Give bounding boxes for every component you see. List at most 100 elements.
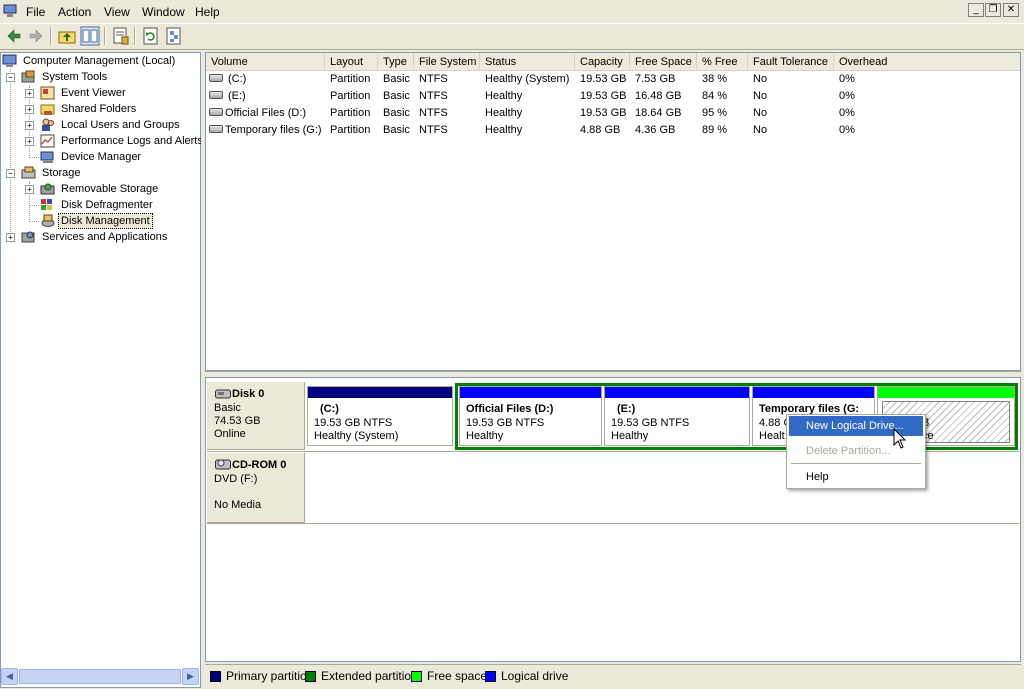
cell-free-space: 18.64 GB	[635, 107, 682, 119]
tree-label: Performance Logs and Alerts	[61, 135, 203, 147]
table-row[interactable]: (E:) Partition Basic NTFS Healthy 19.53 …	[206, 88, 1020, 105]
partition-status: Healthy (System)	[314, 430, 399, 442]
expand-icon[interactable]: +	[6, 233, 15, 242]
expand-icon[interactable]: +	[25, 105, 34, 114]
disk-size: 74.53 GB	[214, 415, 261, 427]
cell-percent-free: 89 %	[702, 124, 728, 136]
cell-volume: (E:)	[228, 90, 246, 102]
storage-icon	[21, 166, 36, 179]
primary-partition-bar	[308, 387, 452, 398]
menu-action[interactable]: Action	[58, 5, 91, 19]
forward-icon[interactable]	[26, 26, 46, 46]
column-header-capacity[interactable]: Capacity	[575, 53, 630, 71]
cell-capacity: 4.88 GB	[580, 124, 621, 136]
cell-file-system: NTFS	[419, 73, 448, 85]
scrollbar-thumb[interactable]	[19, 669, 181, 684]
cell-type: Basic	[383, 73, 410, 85]
up-folder-icon[interactable]	[57, 26, 77, 46]
tree-label: Storage	[42, 167, 81, 179]
disk-0-label[interactable]: Disk 0 Basic 74.53 GB Online	[207, 382, 305, 450]
partition-status: Healthy	[466, 430, 504, 442]
scroll-right-icon[interactable]: ▶	[182, 668, 199, 685]
tree-label: System Tools	[42, 71, 108, 83]
tree-label: Event Viewer	[61, 87, 126, 99]
partition-d[interactable]: Official Files (D:) 19.53 GB NTFS Health…	[459, 386, 602, 446]
minimize-button[interactable]: _	[968, 3, 984, 17]
cell-percent-free: 38 %	[702, 73, 728, 85]
free-space-swatch	[411, 671, 422, 682]
collapse-icon[interactable]: −	[6, 73, 15, 82]
disk-management-icon	[41, 214, 55, 227]
system-tools-icon	[21, 70, 35, 83]
menu-view[interactable]: View	[104, 5, 130, 19]
expand-icon[interactable]: +	[25, 137, 34, 146]
cell-layout: Partition	[330, 124, 371, 136]
cell-capacity: 19.53 GB	[580, 90, 627, 102]
tree-guide-line	[30, 157, 39, 158]
disk-icon	[215, 389, 231, 399]
collapse-icon[interactable]: −	[6, 169, 15, 178]
drive-icon	[209, 91, 223, 99]
column-header-volume[interactable]: Volume	[206, 53, 325, 71]
disk-type: Basic	[214, 402, 241, 414]
close-button[interactable]: ✕	[1003, 3, 1019, 17]
menu-item-help[interactable]: Help	[789, 467, 923, 487]
cell-type: Basic	[383, 124, 410, 136]
tree-label: Computer Management (Local)	[23, 55, 176, 67]
expand-icon[interactable]: +	[25, 89, 34, 98]
partition-c[interactable]: (C:) 19.53 GB NTFS Healthy (System)	[307, 386, 453, 446]
scroll-left-icon[interactable]: ◀	[1, 668, 18, 685]
menu-window[interactable]: Window	[142, 5, 185, 19]
logical-drive-bar	[753, 387, 874, 398]
cell-status: Healthy	[485, 124, 523, 136]
toolbar-separator	[104, 27, 106, 45]
partition-e[interactable]: (E:) 19.53 GB NTFS Healthy	[604, 386, 750, 446]
extended-partition-swatch	[305, 671, 316, 682]
partition-name: (C:)	[320, 403, 339, 415]
menu-bar: File Action View Window Help _ ❐ ✕	[0, 0, 1024, 23]
cell-overhead: 0%	[839, 73, 855, 85]
defragmenter-icon	[41, 199, 52, 210]
table-row[interactable]: Official Files (D:) Partition Basic NTFS…	[206, 105, 1020, 122]
column-header-file-system[interactable]: File System	[414, 53, 480, 71]
column-header-free-space[interactable]: Free Space	[630, 53, 697, 71]
table-row[interactable]: Temporary files (G:) Partition Basic NTF…	[206, 122, 1020, 139]
cell-free-space: 4.36 GB	[635, 124, 676, 136]
expand-icon[interactable]: +	[25, 121, 34, 130]
table-row[interactable]: (C:) Partition Basic NTFS Healthy (Syste…	[206, 71, 1020, 88]
tree-label: Disk Defragmenter	[61, 199, 153, 211]
column-header-overhead[interactable]: Overhead	[834, 53, 1020, 71]
horizontal-scrollbar[interactable]: ◀ ▶	[1, 668, 199, 685]
show-hide-tree-icon[interactable]	[80, 26, 100, 46]
column-header-layout[interactable]: Layout	[325, 53, 378, 71]
legend: Primary partition Extended partition Fre…	[205, 664, 1021, 686]
cell-type: Basic	[383, 107, 410, 119]
console-tree[interactable]: Computer Management (Local) − System Too…	[0, 52, 203, 688]
column-header-fault-tolerance[interactable]: Fault Tolerance	[748, 53, 834, 71]
help-icon[interactable]	[164, 26, 184, 46]
column-header-percent-free[interactable]: % Free	[697, 53, 748, 71]
menu-help[interactable]: Help	[195, 5, 220, 19]
restore-button[interactable]: ❐	[985, 3, 1001, 17]
legend-label: Free space	[427, 669, 488, 683]
column-header-type[interactable]: Type	[378, 53, 414, 71]
legend-label: Extended partition	[321, 669, 418, 683]
refresh-icon[interactable]	[141, 26, 161, 46]
cdrom-name: CD-ROM 0	[232, 459, 287, 471]
tree-label: Services and Applications	[42, 231, 168, 243]
shared-folder-icon	[40, 104, 55, 115]
tree-guide-line	[30, 205, 39, 206]
properties-icon[interactable]	[111, 26, 131, 46]
menu-file[interactable]: File	[26, 5, 45, 19]
expand-icon[interactable]: +	[25, 185, 34, 194]
tree-label: Disk Management	[58, 213, 153, 229]
toolbar-separator	[134, 27, 136, 45]
back-icon[interactable]	[4, 26, 24, 46]
menu-separator	[791, 463, 921, 464]
removable-storage-icon	[40, 183, 55, 195]
column-header-status[interactable]: Status	[480, 53, 575, 71]
volume-list[interactable]: Volume Layout Type File System Status Ca…	[205, 52, 1021, 371]
cell-overhead: 0%	[839, 107, 855, 119]
tree-guide-line	[10, 69, 11, 238]
cdrom-0-label[interactable]: CD-ROM 0 DVD (F:) No Media	[207, 453, 305, 523]
